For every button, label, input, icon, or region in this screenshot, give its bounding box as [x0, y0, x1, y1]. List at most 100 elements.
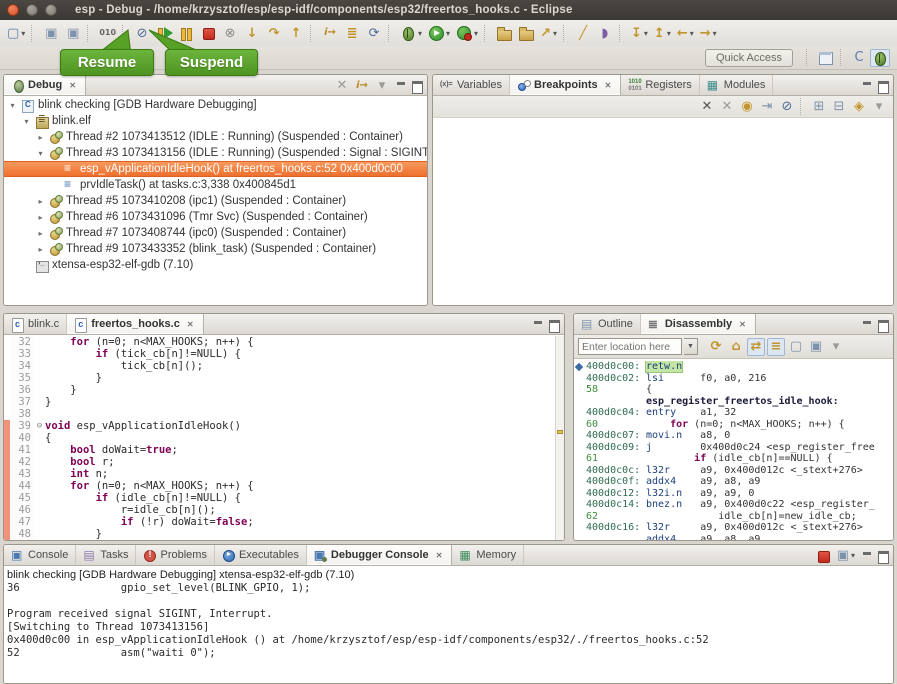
tab-debugger-console[interactable]: Debugger Console✕ [307, 545, 453, 565]
collapsed-expander-icon[interactable]: ▸ [36, 245, 45, 254]
debug-tree-item[interactable]: ▸Thread #6 1073431096 (Tmr Svc) (Suspend… [4, 209, 427, 225]
restart-button[interactable]: ⟳ [364, 23, 384, 43]
overview-ruler[interactable] [555, 336, 564, 540]
open-project-button[interactable] [494, 23, 514, 43]
console-output[interactable]: blink checking [GDB Hardware Debugging] … [4, 567, 893, 683]
view-menu-button[interactable]: ▾ [827, 338, 845, 356]
tab-variables[interactable]: Variables [433, 75, 510, 95]
code-editor[interactable]: 32 for (n=0; n<MAX_HOOKS; n++) {33 if (t… [4, 336, 564, 540]
terminate-button[interactable] [198, 23, 218, 43]
open-resource-button[interactable] [516, 23, 536, 43]
tab-breakpoints[interactable]: Breakpoints✕ [510, 75, 621, 95]
group-by-button[interactable]: ◈ [850, 98, 868, 116]
view-menu-button[interactable]: ▾ [870, 98, 888, 116]
save-all-button[interactable]: ▣ [63, 23, 83, 43]
debug-button[interactable]: ▾ [398, 23, 424, 43]
debug-tree-item[interactable]: ▸Thread #5 1073410208 (ipc1) (Suspended … [4, 193, 427, 209]
minimize-view-button[interactable] [394, 79, 408, 93]
link-with-debug-view-button[interactable]: ⇥ [758, 98, 776, 116]
open-perspective-button[interactable] [816, 49, 836, 67]
window-maximize-button[interactable] [45, 4, 57, 16]
remove-all-breakpoints-button[interactable]: ✕ [718, 98, 736, 116]
maximize-view-button[interactable] [876, 79, 890, 93]
coverage-button[interactable]: ▾ [454, 23, 480, 43]
view-menu-button[interactable]: ▾ [373, 77, 391, 95]
tab-registers[interactable]: Registers [621, 75, 699, 95]
window-minimize-button[interactable] [26, 4, 38, 16]
debug-tree-item[interactable]: esp_vApplicationIdleHook() at freertos_h… [4, 161, 427, 177]
step-over-button[interactable]: ↷ [264, 23, 284, 43]
collapsed-expander-icon[interactable]: ▸ [36, 197, 45, 206]
tab-debug[interactable]: Debug✕ [4, 75, 86, 95]
show-debug-columns-button[interactable]: ≣ [342, 23, 362, 43]
tab-console[interactable]: Console [4, 545, 76, 565]
last-edit-location-button[interactable]: ↧▾ [629, 23, 650, 43]
maximize-view-button[interactable] [876, 549, 890, 563]
close-tab-icon[interactable]: ✕ [603, 80, 614, 91]
annotation-marker[interactable] [557, 430, 563, 434]
remove-selected-breakpoints-button[interactable]: ✕ [698, 98, 716, 116]
refresh-view-button[interactable]: ⟳ [707, 338, 725, 356]
close-tab-icon[interactable]: ✕ [67, 80, 78, 91]
step-into-button[interactable]: ↓ [242, 23, 262, 43]
sync-with-stack-frame-button[interactable]: ⇄ [747, 338, 765, 356]
maximize-view-button[interactable] [876, 318, 890, 332]
maximize-view-button[interactable] [547, 318, 561, 332]
window-close-button[interactable] [7, 4, 19, 16]
remove-all-terminated-button[interactable]: ✕ [333, 77, 351, 95]
tab-modules[interactable]: Modules [700, 75, 774, 95]
tab-freertos-hooks-c[interactable]: freertos_hooks.c✕ [67, 314, 203, 334]
instruction-stepping-mode-button[interactable]: i→ [353, 77, 371, 95]
expanded-expander-icon[interactable]: ▾ [22, 117, 31, 126]
tab-tasks[interactable]: Tasks [76, 545, 136, 565]
mark-occurrences-button[interactable]: ╱ [573, 23, 593, 43]
expanded-expander-icon[interactable]: ▾ [8, 101, 17, 110]
show-breakpoints-for-button[interactable]: ◉ [738, 98, 756, 116]
debug-tree-item[interactable]: ▸Thread #7 1073408744 (ipc0) (Suspended … [4, 225, 427, 241]
debug-tree-item[interactable]: ▾Thread #3 1073413156 (IDLE : Running) (… [4, 145, 427, 161]
minimize-view-button[interactable] [860, 79, 874, 93]
location-input[interactable] [578, 338, 682, 355]
save-button[interactable]: ▣ [41, 23, 61, 43]
resume-button[interactable] [154, 23, 174, 43]
new-wizard-button[interactable]: ▢▾ [5, 23, 27, 43]
tab-executables[interactable]: Executables [215, 545, 307, 565]
close-tab-icon[interactable]: ✕ [434, 550, 445, 561]
forward-history-button[interactable]: →▾ [698, 23, 719, 43]
skip-all-breakpoints-view-button[interactable]: ⊘ [778, 98, 796, 116]
run-button[interactable]: ▾ [426, 23, 452, 43]
minimize-view-button[interactable] [531, 318, 545, 332]
tab-problems[interactable]: Problems [136, 545, 214, 565]
minimize-view-button[interactable] [860, 318, 874, 332]
tab-disassembly[interactable]: Disassembly✕ [641, 314, 756, 334]
minimize-view-button[interactable] [860, 549, 874, 563]
close-tab-icon[interactable]: ✕ [737, 319, 748, 330]
next-annotation-button[interactable]: ↥▾ [652, 23, 673, 43]
debug-tree-item[interactable]: xtensa-esp32-elf-gdb (7.10) [4, 257, 427, 273]
back-history-button[interactable]: ←▾ [675, 23, 696, 43]
debug-tree-item[interactable]: ▾blink checking [GDB Hardware Debugging] [4, 97, 427, 113]
collapsed-expander-icon[interactable]: ▸ [36, 213, 45, 222]
fold-collapse-icon[interactable]: ⊖ [34, 420, 45, 432]
cpp-perspective-button[interactable]: C [850, 49, 868, 67]
disassembly-view[interactable]: 400d0c00:retw.n400d0c02:lsi f0, a0, 2165… [574, 361, 893, 540]
maximize-view-button[interactable] [410, 79, 424, 93]
debug-tree-item[interactable]: ▸Thread #9 1073433352 (blink_task) (Susp… [4, 241, 427, 257]
close-tab-icon[interactable]: ✕ [185, 319, 196, 330]
pin-view-button[interactable]: ▣ [807, 338, 825, 356]
debug-tree-item[interactable]: prvIdleTask() at tasks.c:3,338 0x400845d… [4, 177, 427, 193]
suspend-button[interactable] [176, 23, 196, 43]
quick-access-button[interactable]: Quick Access [705, 49, 793, 67]
instruction-stepping-button[interactable]: i→ [320, 23, 340, 43]
show-source-button[interactable]: ≡ [767, 338, 785, 356]
debug-tree-item[interactable]: ▾blink.elf [4, 113, 427, 129]
collapse-all-button[interactable]: ⊟ [830, 98, 848, 116]
launch-button[interactable]: ↗▾ [538, 23, 559, 43]
debug-tree-item[interactable]: ▸Thread #2 1073413512 (IDLE : Running) (… [4, 129, 427, 145]
debug-perspective-button[interactable] [870, 49, 890, 67]
tab-memory[interactable]: Memory [452, 545, 524, 565]
tab-blink-c[interactable]: blink.c [4, 314, 67, 334]
collapsed-expander-icon[interactable]: ▸ [36, 133, 45, 142]
location-dropdown-button[interactable]: ▼ [684, 338, 698, 355]
breakpoints-list[interactable] [433, 119, 893, 305]
